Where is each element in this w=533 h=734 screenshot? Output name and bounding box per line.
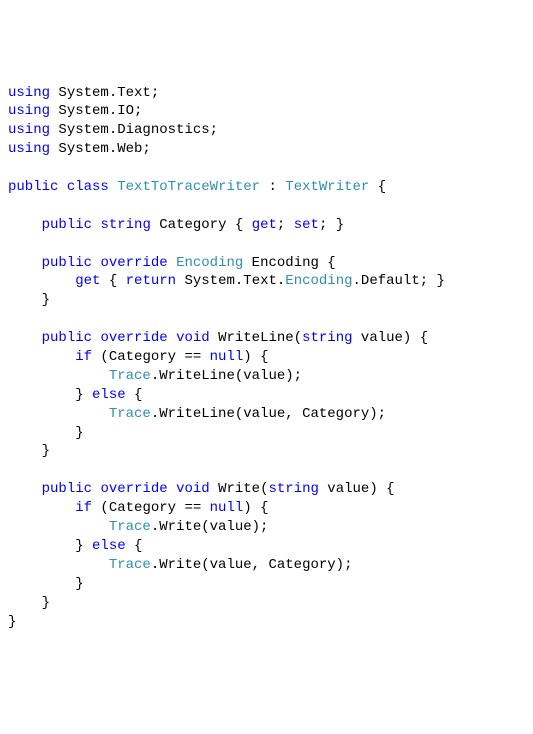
text: Write( [210, 481, 269, 497]
text: value) { [353, 330, 429, 346]
keyword: public [42, 481, 92, 497]
text: Encoding { [243, 255, 335, 271]
keyword: if [75, 500, 92, 516]
type: Trace [109, 368, 151, 384]
text: ; [277, 217, 294, 233]
code-line: } else { [8, 538, 142, 554]
text: } [8, 538, 92, 554]
code-line: Trace.Write(value); [8, 519, 268, 535]
code-line: using System.Text; [8, 85, 159, 101]
text: { [126, 538, 143, 554]
keyword: override [100, 255, 167, 271]
code-line: using System.IO; [8, 103, 142, 119]
text: System.Web; [50, 141, 151, 157]
keyword: using [8, 85, 50, 101]
code-line: } [8, 576, 84, 592]
code-line: } [8, 425, 84, 441]
code-line: } [8, 595, 50, 611]
type: Encoding [285, 273, 352, 289]
code-line: } [8, 614, 16, 630]
code-line: using System.Web; [8, 141, 151, 157]
keyword: null [210, 349, 244, 365]
keyword: public [8, 179, 58, 195]
keyword: return [126, 273, 176, 289]
code-line: Trace.WriteLine(value); [8, 368, 302, 384]
keyword: void [176, 330, 210, 346]
keyword: using [8, 141, 50, 157]
keyword: set [294, 217, 319, 233]
code-line: public override void Write(string value)… [8, 481, 395, 497]
type: Trace [109, 406, 151, 422]
text: { [126, 387, 143, 403]
text: System.IO; [50, 103, 142, 119]
text: ) { [243, 500, 268, 516]
text: WriteLine( [210, 330, 302, 346]
text: Category { [151, 217, 252, 233]
code-block: using System.Text; using System.IO; usin… [8, 84, 525, 632]
text: { [100, 273, 125, 289]
keyword: using [8, 122, 50, 138]
text: value) { [319, 481, 395, 497]
text: .WriteLine(value); [151, 368, 302, 384]
text: System.Diagnostics; [50, 122, 218, 138]
code-line: public override void WriteLine(string va… [8, 330, 428, 346]
text: System.Text. [176, 273, 285, 289]
code-line: public override Encoding Encoding { [8, 255, 336, 271]
keyword: string [302, 330, 352, 346]
type: Trace [109, 557, 151, 573]
text: .Write(value, Category); [151, 557, 353, 573]
type: Trace [109, 519, 151, 535]
keyword: override [100, 330, 167, 346]
code-line: using System.Diagnostics; [8, 122, 218, 138]
text: .Write(value); [151, 519, 269, 535]
code-line: Trace.Write(value, Category); [8, 557, 352, 573]
type: TextToTraceWriter [117, 179, 260, 195]
code-line: get { return System.Text.Encoding.Defaul… [8, 273, 445, 289]
text: .WriteLine(value, Category); [151, 406, 386, 422]
code-line: if (Category == null) { [8, 500, 268, 516]
code-line: } [8, 292, 50, 308]
code-line: Trace.WriteLine(value, Category); [8, 406, 386, 422]
text: (Category == [92, 500, 210, 516]
keyword: null [210, 500, 244, 516]
text: System.Text; [50, 85, 159, 101]
text: { [369, 179, 386, 195]
keyword: public [42, 217, 92, 233]
keyword: string [100, 217, 150, 233]
keyword: void [176, 481, 210, 497]
type: TextWriter [285, 179, 369, 195]
text: .Default; } [353, 273, 445, 289]
keyword: else [92, 538, 126, 554]
code-line: public class TextToTraceWriter : TextWri… [8, 179, 386, 195]
text: } [8, 387, 92, 403]
type: Encoding [176, 255, 243, 271]
code-line: } else { [8, 387, 142, 403]
code-line: } [8, 443, 50, 459]
text: ; } [319, 217, 344, 233]
keyword: get [252, 217, 277, 233]
keyword: override [100, 481, 167, 497]
keyword: else [92, 387, 126, 403]
code-line: if (Category == null) { [8, 349, 268, 365]
keyword: string [268, 481, 318, 497]
keyword: get [75, 273, 100, 289]
keyword: public [42, 330, 92, 346]
keyword: class [67, 179, 109, 195]
keyword: public [42, 255, 92, 271]
code-line: public string Category { get; set; } [8, 217, 344, 233]
keyword: using [8, 103, 50, 119]
text: (Category == [92, 349, 210, 365]
text: : [260, 179, 285, 195]
keyword: if [75, 349, 92, 365]
text: ) { [243, 349, 268, 365]
